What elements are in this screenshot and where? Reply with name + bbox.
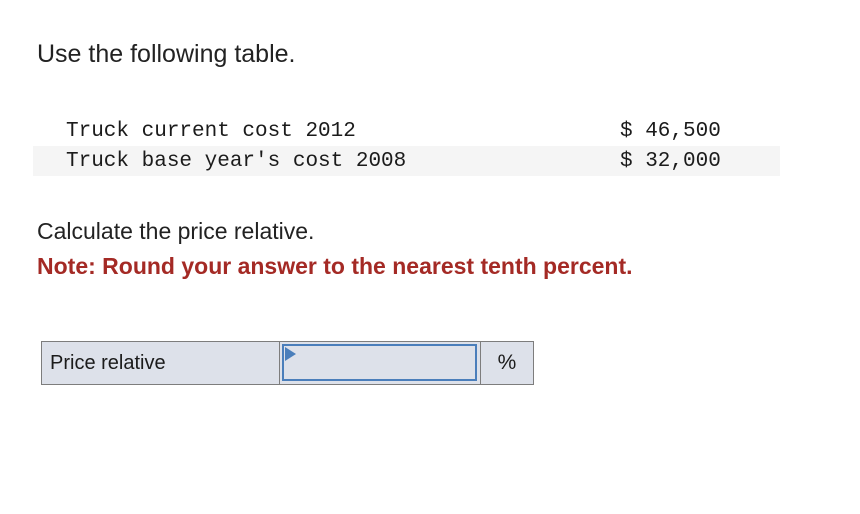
calculate-instruction: Calculate the price relative. xyxy=(37,218,315,244)
price-relative-input[interactable] xyxy=(282,344,477,381)
percent-unit-label: % xyxy=(480,342,533,384)
table-row-label: Truck current cost 2012 xyxy=(66,119,356,143)
table-row: Truck base year's cost 2008 $ 32,000 xyxy=(33,146,780,176)
rounding-note: Note: Round your answer to the nearest t… xyxy=(37,253,633,279)
answer-label: Price relative xyxy=(42,342,280,384)
table-row-label: Truck base year's cost 2008 xyxy=(66,149,407,173)
table-row-value: $ 46,500 xyxy=(620,119,721,143)
table-row: Truck current cost 2012 $ 46,500 xyxy=(33,116,780,146)
worksheet-page: Use the following table. Truck current c… xyxy=(0,0,860,514)
answer-entry-row: Price relative % xyxy=(41,341,534,385)
intro-instruction: Use the following table. xyxy=(37,40,296,68)
cost-table: Truck current cost 2012 $ 46,500 Truck b… xyxy=(33,116,780,176)
table-row-value: $ 32,000 xyxy=(620,149,721,173)
answer-input-container xyxy=(280,342,480,384)
